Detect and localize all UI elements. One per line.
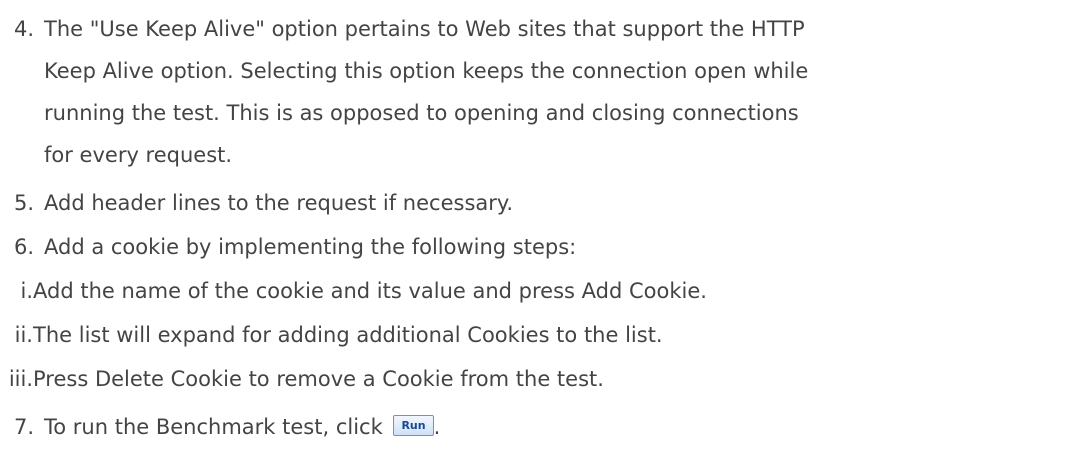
list-item-text: The list will expand for adding addition…: [33, 323, 663, 347]
list-item-7: 7. To run the Benchmark test, click Run.: [0, 414, 440, 440]
list-item-4-continuation: for every request.: [44, 142, 232, 168]
list-item-text: To run the Benchmark test, click: [44, 415, 383, 439]
list-item-text: for every request.: [44, 143, 233, 167]
list-item-text: Keep Alive option. Selecting this option…: [44, 59, 809, 83]
list-number: iii.: [8, 367, 33, 391]
list-item-text: running the test. This is as opposed to …: [44, 101, 799, 125]
run-button[interactable]: Run: [393, 414, 434, 436]
list-number: 5.: [13, 191, 34, 215]
document-body: 4. The "Use Keep Alive" option pertains t…: [0, 0, 1066, 472]
list-item-6: 6. Add a cookie by implementing the follo…: [0, 234, 576, 260]
list-item-text: Add a cookie by implementing the followi…: [44, 235, 577, 259]
list-item-4-continuation: Keep Alive option. Selecting this option…: [44, 58, 808, 84]
list-number: 7.: [13, 415, 34, 439]
list-number: 4.: [13, 17, 34, 41]
sub-list-item: i.Add the name of the cookie and its val…: [0, 278, 707, 304]
list-number: i.: [20, 279, 33, 303]
list-number: 6.: [13, 235, 34, 259]
list-item-text: The "Use Keep Alive" option pertains to …: [44, 17, 805, 41]
list-item-text: Press Delete Cookie to remove a Cookie f…: [33, 367, 604, 391]
list-number: ii.: [14, 323, 33, 347]
sub-list-item: ii.The list will expand for adding addit…: [0, 322, 663, 348]
list-item-text: Add the name of the cookie and its value…: [33, 279, 707, 303]
list-item-4: 4. The "Use Keep Alive" option pertains t…: [0, 16, 805, 42]
list-item-4-continuation: running the test. This is as opposed to …: [44, 100, 799, 126]
list-item-trailing-period: .: [433, 415, 441, 439]
sub-list-item: iii.Press Delete Cookie to remove a Cook…: [0, 366, 604, 392]
list-item-5: 5. Add header lines to the request if nec…: [0, 190, 513, 216]
list-item-text: Add header lines to the request if neces…: [44, 191, 513, 215]
